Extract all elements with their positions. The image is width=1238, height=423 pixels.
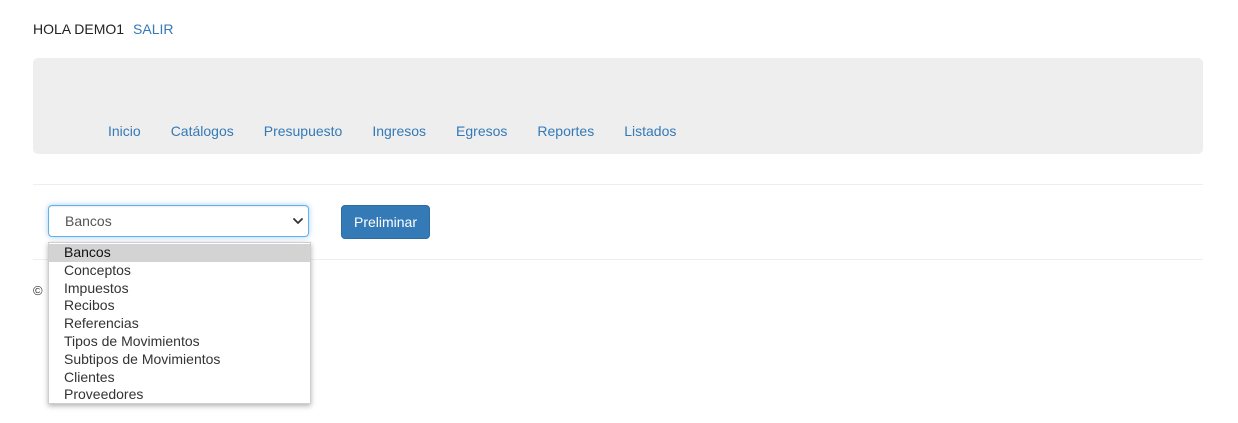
nav-item-ingresos[interactable]: Ingresos	[357, 122, 441, 140]
user-bar: HOLA DEMO1 SALIR	[33, 20, 174, 38]
top-divider	[33, 184, 1203, 185]
nav-menu: Inicio Catálogos Presupuesto Ingresos Eg…	[93, 122, 691, 140]
nav-item-presupuesto[interactable]: Presupuesto	[249, 122, 358, 140]
option-proveedores[interactable]: Proveedores	[49, 386, 310, 404]
nav-item-listados[interactable]: Listados	[609, 122, 691, 140]
nav-item-inicio[interactable]: Inicio	[93, 122, 156, 140]
nav-item-reportes[interactable]: Reportes	[522, 122, 609, 140]
main-navbar: Inicio Catálogos Presupuesto Ingresos Eg…	[33, 58, 1203, 154]
report-type-select[interactable]: Bancos	[48, 205, 309, 237]
footer-copyright: ©	[33, 283, 43, 298]
option-clientes[interactable]: Clientes	[49, 369, 310, 387]
select-current-value: Bancos	[65, 213, 112, 229]
select-dropdown-list: Bancos Conceptos Impuestos Recibos Refer…	[48, 242, 311, 404]
nav-item-egresos[interactable]: Egresos	[441, 122, 522, 140]
chevron-down-icon	[293, 218, 303, 224]
preliminar-button[interactable]: Preliminar	[341, 205, 430, 239]
option-referencias[interactable]: Referencias	[49, 315, 310, 333]
option-impuestos[interactable]: Impuestos	[49, 280, 310, 298]
nav-item-catalogos[interactable]: Catálogos	[156, 122, 249, 140]
option-tipos-de-movimientos[interactable]: Tipos de Movimientos	[49, 333, 310, 351]
logout-link[interactable]: SALIR	[133, 21, 173, 37]
user-greeting: HOLA DEMO1	[33, 21, 125, 37]
option-conceptos[interactable]: Conceptos	[49, 262, 310, 280]
option-bancos[interactable]: Bancos	[49, 244, 310, 262]
option-subtipos-de-movimientos[interactable]: Subtipos de Movimientos	[49, 351, 310, 369]
option-recibos[interactable]: Recibos	[49, 297, 310, 315]
